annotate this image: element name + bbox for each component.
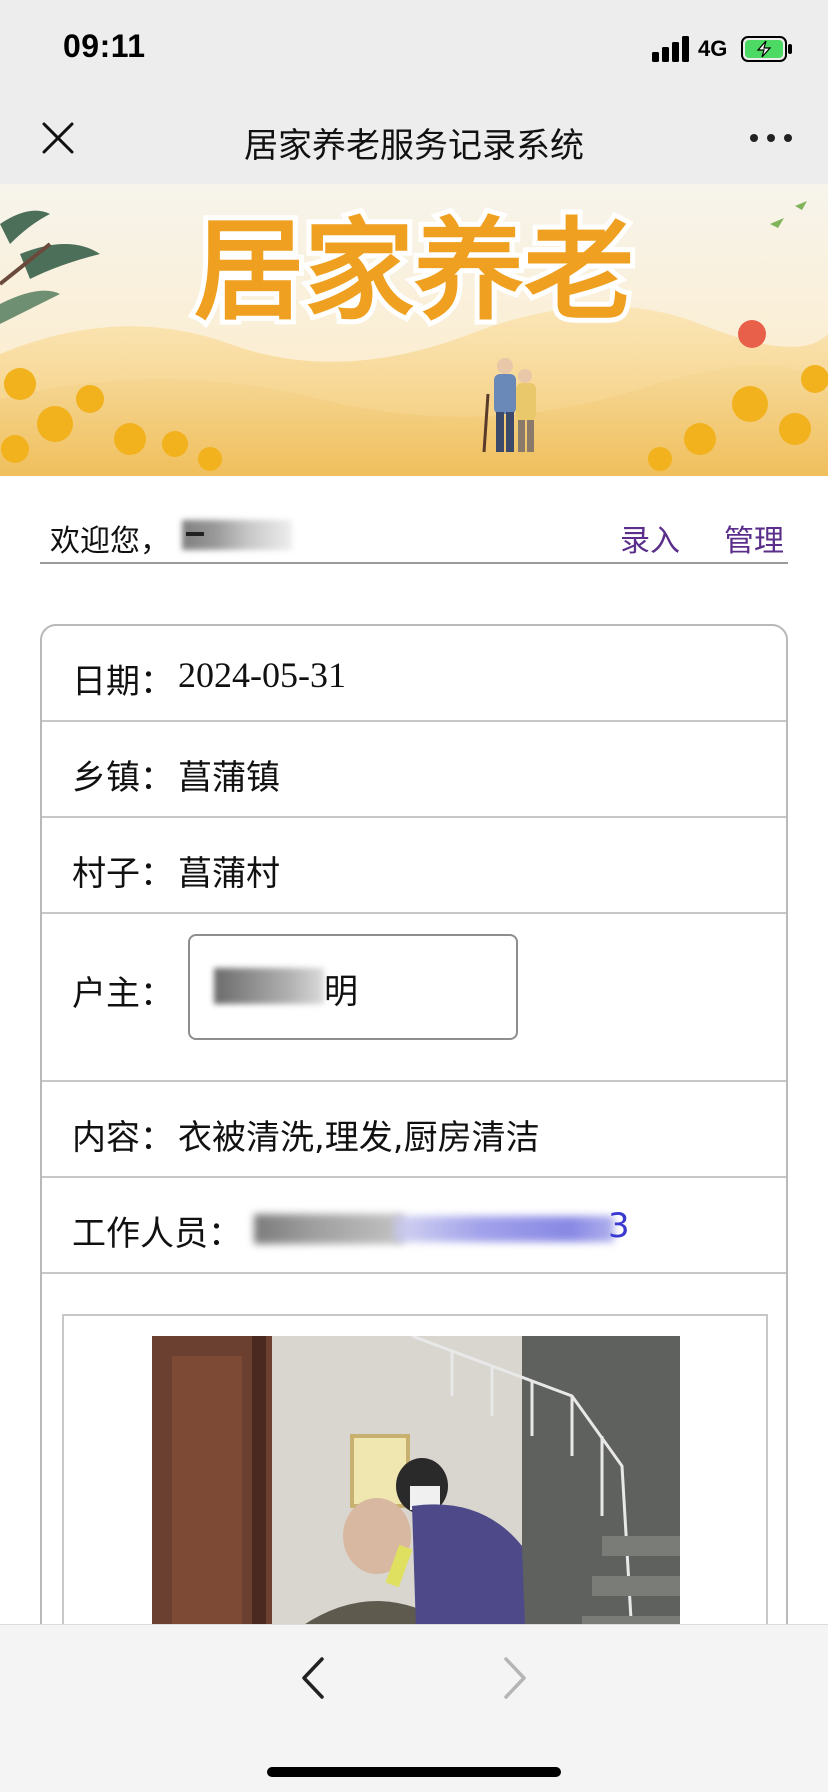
village-row: 村子： 菖蒲村 [42,818,786,914]
welcome-greeting: 欢迎您， [50,524,170,559]
staff-value-tail: 3 [608,1206,630,1246]
date-value: 2024-05-31 [178,655,346,695]
banner-illustration: 居家养老 居家养老 [0,184,828,476]
page-title: 居家养老服务记录系统 [244,126,584,166]
status-bar: 09:11 4G [0,0,828,96]
date-row: 日期： 2024-05-31 [42,626,786,722]
town-row: 乡镇： 菖蒲镇 [42,722,786,818]
redacted-staff-name [254,1214,614,1244]
content-row: 内容： 衣被清洗,理发,厨房清洁 [42,1082,786,1178]
owner-field[interactable]: 明 [188,934,518,1040]
redacted-owner-name [214,968,324,1004]
manage-link[interactable]: 管理 [724,516,784,560]
owner-label: 户主： [72,974,174,1014]
welcome-row: 欢迎您， 录入 管理 [40,506,788,564]
village-label: 村子： [72,854,174,894]
staff-row: 工作人员： 3 [42,1178,786,1274]
staff-label: 工作人员： [72,1214,242,1254]
banner-title: 居家养老 [194,206,634,335]
network-type: 4G [698,36,728,61]
entry-link[interactable]: 录入 [620,516,680,560]
content-value: 衣被清洗,理发,厨房清洁 [178,1118,540,1158]
owner-row: 户主： 明 [42,914,786,1082]
more-menu-icon[interactable] [750,134,794,146]
battery-charging-icon [741,36,792,62]
home-indicator [267,1767,561,1777]
village-value: 菖蒲村 [178,854,280,894]
forward-arrow-icon[interactable] [500,1655,530,1701]
town-label: 乡镇： [72,758,174,798]
status-time: 09:11 [63,28,146,64]
bottom-toolbar [0,1624,828,1792]
owner-value-tail: 明 [324,972,358,1012]
redacted-user-name [182,518,312,552]
content-label: 内容： [72,1118,174,1158]
back-arrow-icon[interactable] [298,1655,328,1701]
banner-image: 居家养老 居家养老 [0,184,828,476]
date-label: 日期： [72,662,174,702]
signal-icon [652,36,692,62]
town-value: 菖蒲镇 [178,758,280,798]
record-card: 日期： 2024-05-31 乡镇： 菖蒲镇 村子： 菖蒲村 户主： 明 内容：… [40,624,788,1792]
nav-bar: 居家养老服务记录系统 [0,96,828,184]
